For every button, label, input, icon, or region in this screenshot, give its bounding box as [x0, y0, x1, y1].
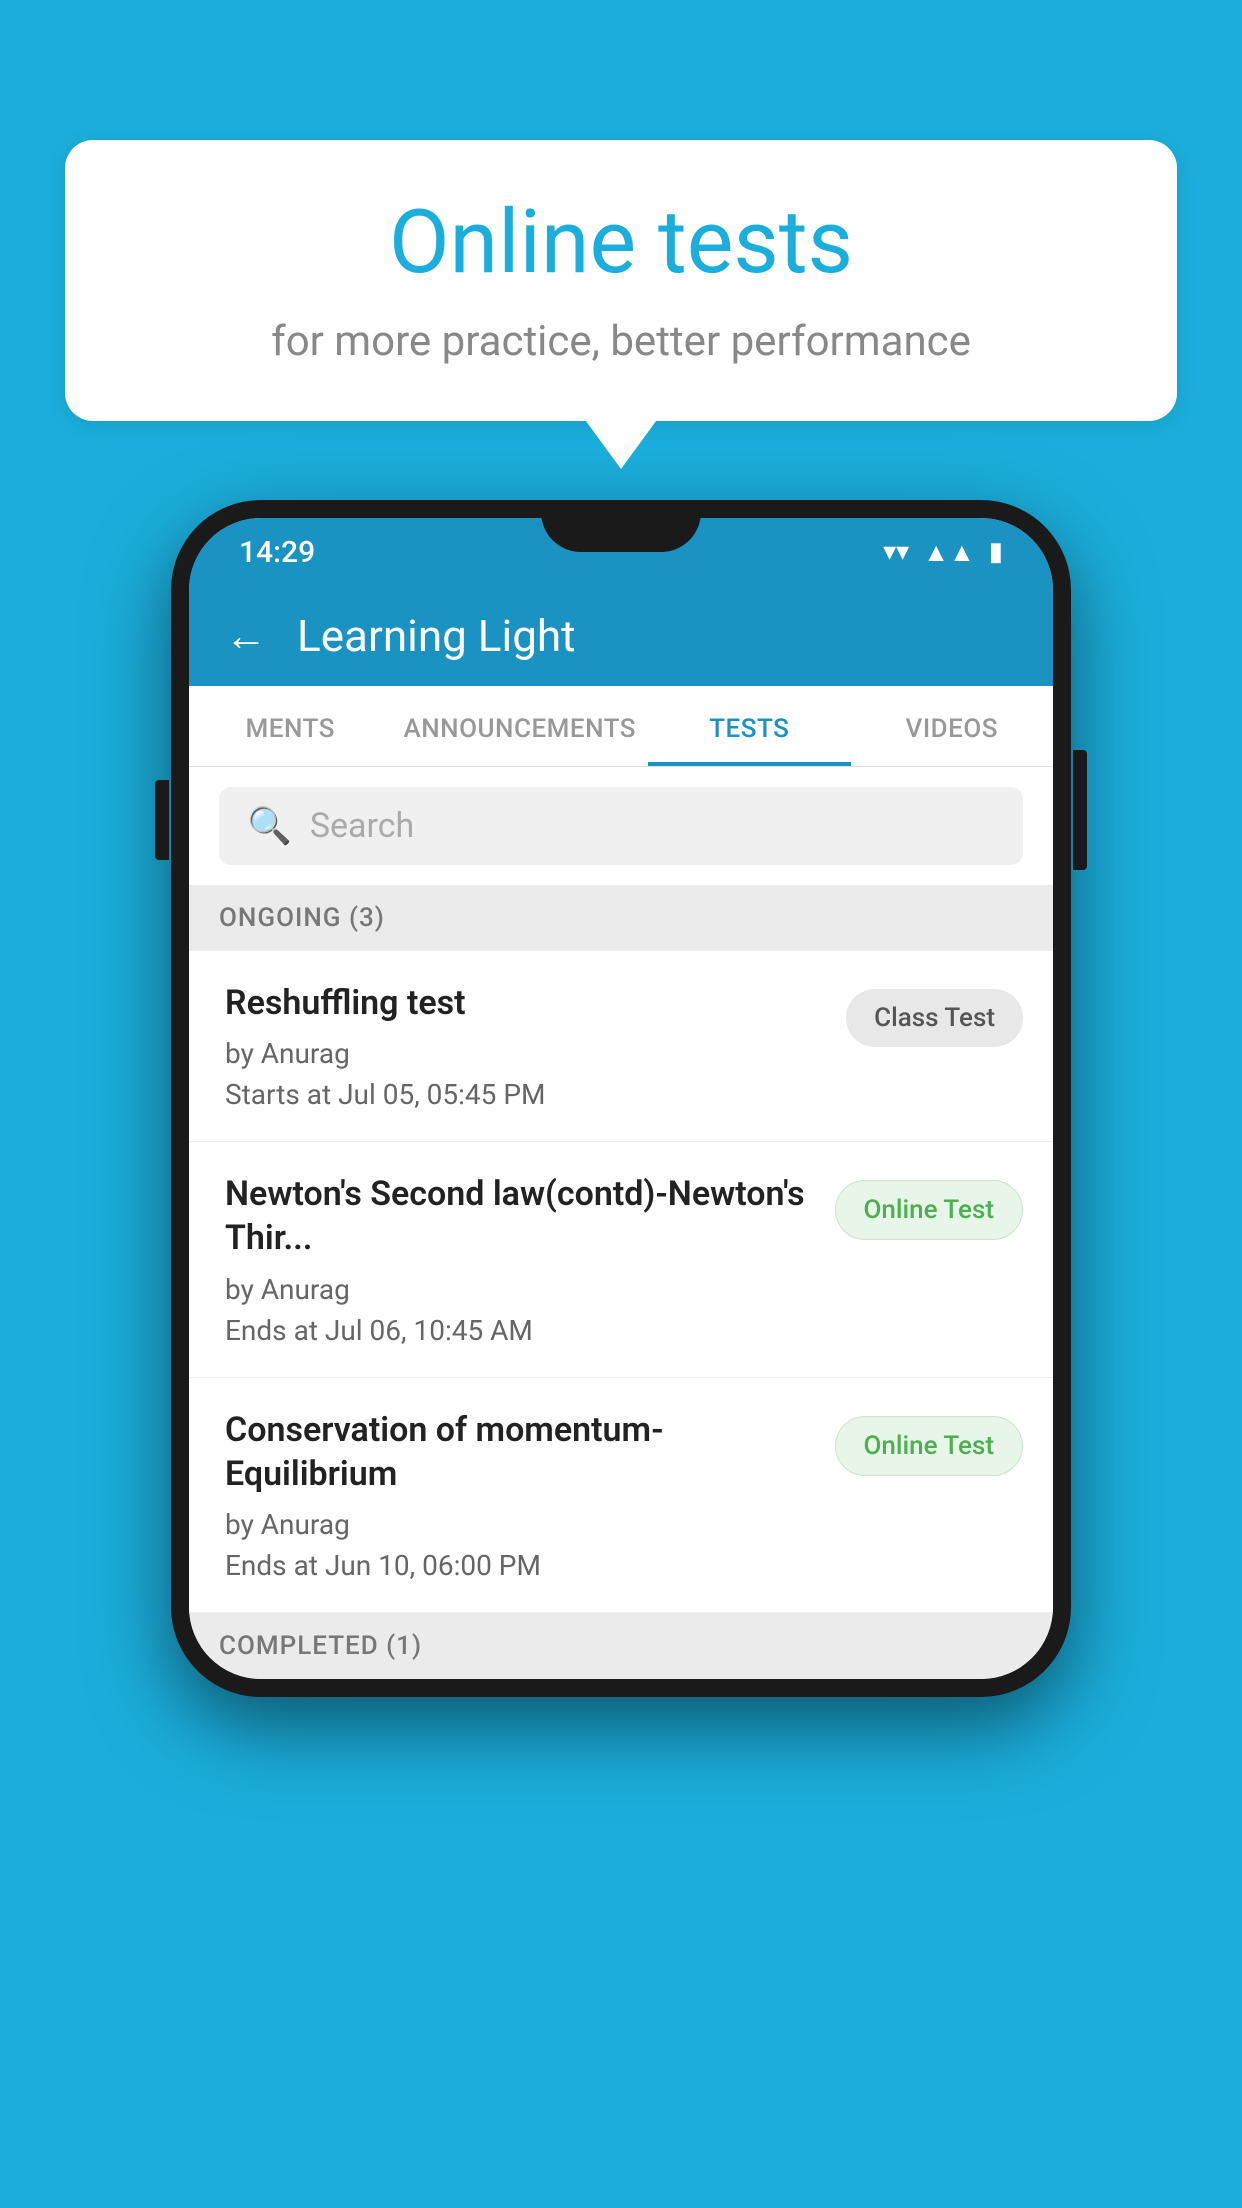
- app-title: Learning Light: [297, 610, 576, 662]
- search-container: 🔍 Search: [189, 767, 1053, 885]
- tab-assignments[interactable]: MENTS: [189, 686, 391, 766]
- ongoing-section-header: ONGOING (3): [189, 885, 1053, 951]
- promo-card: Online tests for more practice, better p…: [65, 140, 1177, 421]
- test-time-3: Ends at Jun 10, 06:00 PM: [225, 1549, 815, 1582]
- battery-icon: ▮: [989, 537, 1003, 567]
- test-author-2: by Anurag: [225, 1273, 815, 1306]
- test-time-2: Ends at Jul 06, 10:45 AM: [225, 1314, 815, 1347]
- test-title-2: Newton's Second law(contd)-Newton's Thir…: [225, 1172, 815, 1260]
- app-header: ← Learning Light: [189, 586, 1053, 686]
- test-title-1: Reshuffling test: [225, 981, 826, 1025]
- tab-videos[interactable]: VIDEOS: [851, 686, 1053, 766]
- test-badge-3: Online Test: [835, 1416, 1024, 1476]
- signal-icon: ▲▲: [923, 537, 974, 568]
- search-icon: 🔍: [247, 805, 292, 847]
- test-info-3: Conservation of momentum-Equilibrium by …: [225, 1408, 835, 1582]
- test-info-2: Newton's Second law(contd)-Newton's Thir…: [225, 1172, 835, 1346]
- back-button[interactable]: ←: [225, 612, 267, 661]
- test-badge-2: Online Test: [835, 1180, 1024, 1240]
- test-item-1[interactable]: Reshuffling test by Anurag Starts at Jul…: [189, 951, 1053, 1142]
- phone-outer: 14:29 ▾▾ ▲▲ ▮ ← Learning Light MENTS ANN…: [171, 500, 1071, 1697]
- ongoing-label: ONGOING (3): [219, 903, 385, 933]
- tabs-bar: MENTS ANNOUNCEMENTS TESTS VIDEOS: [189, 686, 1053, 767]
- speech-bubble: Online tests for more practice, better p…: [65, 140, 1177, 421]
- completed-label: COMPLETED (1): [219, 1631, 422, 1661]
- search-input[interactable]: Search: [310, 806, 414, 846]
- tab-announcements[interactable]: ANNOUNCEMENTS: [391, 686, 648, 766]
- test-badge-1: Class Test: [846, 989, 1023, 1047]
- phone-screen: 14:29 ▾▾ ▲▲ ▮ ← Learning Light MENTS ANN…: [189, 518, 1053, 1679]
- tab-tests[interactable]: TESTS: [648, 686, 850, 766]
- test-author-3: by Anurag: [225, 1508, 815, 1541]
- bubble-subtitle: for more practice, better performance: [125, 317, 1117, 366]
- test-info-1: Reshuffling test by Anurag Starts at Jul…: [225, 981, 846, 1111]
- test-item-3[interactable]: Conservation of momentum-Equilibrium by …: [189, 1378, 1053, 1613]
- test-item-2[interactable]: Newton's Second law(contd)-Newton's Thir…: [189, 1142, 1053, 1377]
- bubble-title: Online tests: [125, 195, 1117, 292]
- phone-mockup: 14:29 ▾▾ ▲▲ ▮ ← Learning Light MENTS ANN…: [171, 500, 1071, 1697]
- phone-notch: [541, 500, 701, 552]
- test-author-1: by Anurag: [225, 1037, 826, 1070]
- wifi-icon: ▾▾: [883, 537, 909, 567]
- test-time-1: Starts at Jul 05, 05:45 PM: [225, 1078, 826, 1111]
- completed-section-header: COMPLETED (1): [189, 1613, 1053, 1679]
- status-time: 14:29: [239, 535, 315, 570]
- test-title-3: Conservation of momentum-Equilibrium: [225, 1408, 815, 1496]
- search-box[interactable]: 🔍 Search: [219, 787, 1023, 865]
- status-icons: ▾▾ ▲▲ ▮: [883, 537, 1003, 568]
